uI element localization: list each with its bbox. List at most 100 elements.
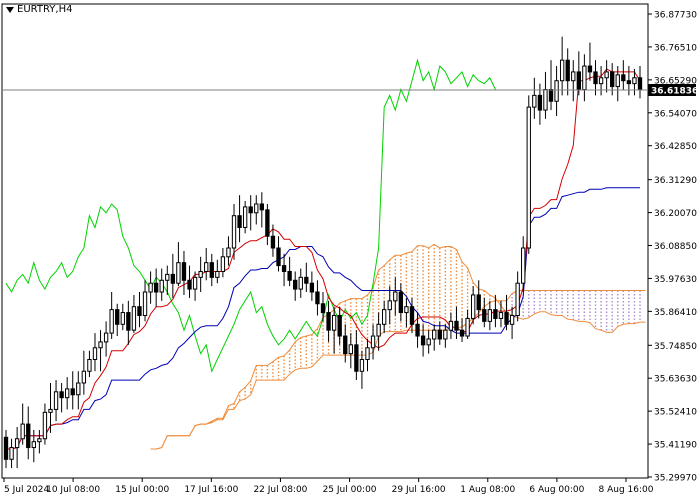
candle-body: [448, 320, 454, 331]
y-tick-label: 36.08850: [654, 242, 697, 252]
candle: [187, 265, 192, 298]
y-tick-label: 35.63630: [654, 375, 697, 385]
candle: [582, 54, 587, 102]
x-tick-label: 8 Aug 16:00: [599, 485, 654, 495]
candle: [521, 236, 526, 293]
candle: [426, 330, 431, 354]
candle-body: [148, 282, 153, 293]
candle: [181, 250, 187, 295]
candle-body: [370, 335, 376, 349]
candle-body: [142, 291, 148, 316]
candle-body: [103, 332, 109, 343]
candle: [610, 63, 615, 96]
candle-body: [254, 203, 259, 214]
candle: [115, 303, 120, 337]
candle-body: [259, 203, 264, 211]
candle-body: [81, 370, 87, 384]
candle: [387, 286, 392, 325]
candle: [365, 338, 370, 372]
x-tick-label: 1 Aug 08:00: [460, 485, 515, 495]
candle: [615, 66, 620, 102]
symbol-label[interactable]: EURTRY,H4: [6, 4, 72, 15]
candle: [331, 306, 337, 354]
candle: [376, 312, 381, 351]
candle-body: [248, 206, 253, 214]
candle: [404, 297, 409, 328]
candle: [20, 403, 25, 445]
candle-body: [482, 309, 487, 322]
candle-body: [415, 323, 420, 337]
candle: [159, 268, 164, 301]
candle: [598, 66, 604, 96]
candle: [476, 280, 481, 319]
candle: [92, 333, 98, 372]
candle: [26, 406, 31, 460]
candle-body: [48, 408, 53, 413]
candle: [248, 195, 253, 231]
candle-body: [215, 270, 220, 278]
candle: [393, 277, 398, 316]
candle-body: [120, 312, 125, 325]
candle-body: [153, 282, 159, 293]
candle: [420, 324, 426, 357]
candle: [343, 324, 348, 363]
candle: [437, 321, 442, 345]
candle-body: [14, 438, 20, 449]
candle-body: [543, 89, 548, 111]
candle: [576, 51, 581, 96]
candle: [515, 271, 520, 322]
candle-body: [598, 77, 604, 85]
candle-body: [220, 256, 226, 272]
y-tick-label: 36.20070: [654, 209, 697, 219]
candle: [348, 333, 353, 369]
candle-body: [354, 344, 359, 372]
x-tick-label: 17 Jul 16:00: [184, 485, 238, 495]
candle: [3, 429, 9, 469]
candle-body: [165, 273, 170, 281]
candle: [170, 253, 176, 298]
candle: [148, 271, 153, 304]
candle: [370, 324, 376, 360]
candle-body: [359, 359, 365, 372]
candle: [237, 195, 242, 243]
candle: [293, 271, 298, 301]
candle: [359, 350, 365, 389]
candle: [443, 324, 448, 348]
candle: [70, 371, 75, 410]
candle-body: [293, 279, 298, 290]
candle-body: [487, 309, 493, 322]
candle-body: [226, 247, 231, 258]
y-tick-label: 35.97630: [654, 275, 697, 285]
chart-area[interactable]: 36.87730 36.76510 36.65290 36.54070 36.42850…: [0, 0, 700, 500]
candle: [14, 427, 20, 469]
candle-body: [287, 270, 292, 281]
candle-body: [209, 262, 214, 278]
candle-body: [109, 309, 114, 334]
y-tick-label: 35.74850: [654, 342, 697, 352]
dropdown-triangle-icon[interactable]: [6, 6, 14, 13]
candle-body: [59, 391, 64, 399]
x-tick-label: 29 Jul 16:00: [392, 485, 446, 495]
y-tick-label: 36.42850: [654, 142, 697, 152]
y-tick-label: 35.52410: [654, 408, 697, 418]
candle-body: [31, 441, 36, 449]
price-chart[interactable]: 36.8773036.7651036.6529036.5407036.42850…: [0, 0, 700, 500]
candle: [176, 242, 181, 287]
candle: [265, 203, 270, 246]
candle-body: [443, 329, 448, 340]
candle-body: [532, 94, 537, 108]
candle: [98, 330, 103, 372]
y-tick-label: 35.41190: [654, 441, 697, 451]
candle: [398, 283, 404, 322]
candle: [298, 268, 303, 298]
current-price-label: 36.61836: [651, 86, 698, 96]
candle: [120, 303, 125, 331]
candle: [587, 42, 593, 81]
candle-body: [65, 388, 70, 399]
candle: [131, 294, 137, 334]
candle-body: [437, 329, 442, 340]
candle-body: [348, 344, 353, 355]
candle-body: [565, 59, 570, 82]
candle-body: [393, 291, 398, 302]
candle: [103, 321, 109, 357]
